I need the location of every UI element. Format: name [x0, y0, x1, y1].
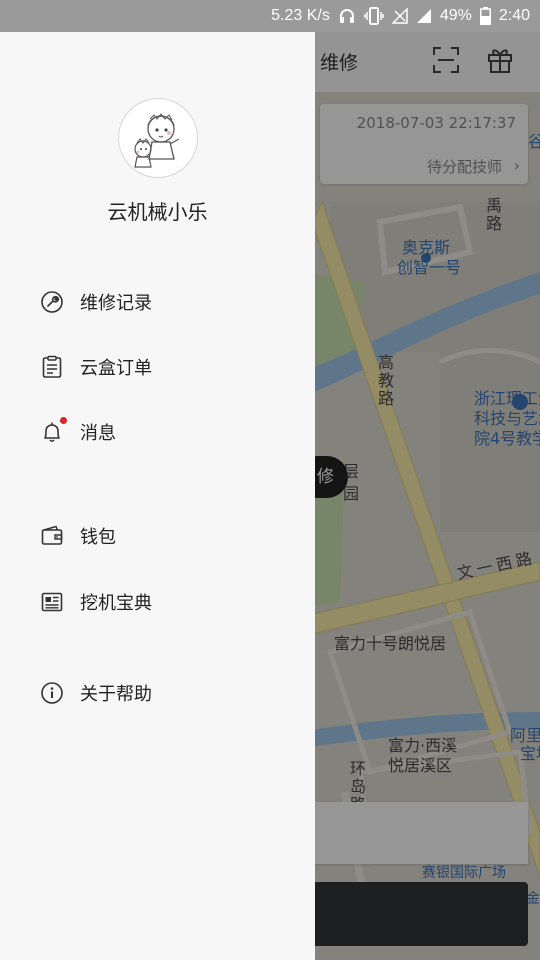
cartoon-avatar-icon — [134, 113, 180, 168]
newspaper-icon — [40, 590, 64, 614]
menu-label: 云盒订单 — [80, 358, 152, 379]
vibrate-icon — [364, 7, 384, 25]
avatar[interactable] — [118, 98, 198, 178]
menu-item-messages[interactable]: 消息 — [40, 412, 300, 452]
menu-label: 钱包 — [80, 527, 116, 548]
network-speed: 5.23 K/s — [271, 7, 330, 24]
headphones-icon — [338, 7, 356, 25]
menu-item-repair-records[interactable]: 维修记录 — [40, 282, 300, 322]
menu-label: 关于帮助 — [80, 684, 152, 705]
notification-dot — [60, 417, 67, 424]
menu-item-cloudbox-orders[interactable]: 云盒订单 — [40, 347, 300, 387]
info-icon — [40, 681, 64, 705]
clock: 2:40 — [498, 7, 530, 24]
menu-item-about-help[interactable]: 关于帮助 — [40, 673, 300, 713]
wallet-icon — [40, 524, 64, 548]
battery-icon — [479, 7, 491, 25]
status-bar: 5.23 K/s 49% 2:40 — [0, 0, 540, 32]
clipboard-icon — [40, 355, 64, 379]
menu-label: 挖机宝典 — [80, 593, 152, 614]
wrench-icon — [40, 290, 64, 314]
no-signal-icon — [391, 8, 408, 24]
navigation-drawer: 云机械小乐 维修记录 云盒订单 消息 钱包 挖机宝典 关于帮助 — [0, 32, 315, 960]
username[interactable]: 云机械小乐 — [0, 196, 315, 225]
signal-icon — [416, 8, 432, 24]
menu-label: 维修记录 — [80, 293, 152, 314]
battery-percent: 49% — [439, 7, 472, 24]
menu-item-wallet[interactable]: 钱包 — [40, 516, 300, 556]
menu-label: 消息 — [80, 423, 116, 444]
menu-item-excavator-guide[interactable]: 挖机宝典 — [40, 582, 300, 622]
bell-icon — [40, 417, 67, 444]
